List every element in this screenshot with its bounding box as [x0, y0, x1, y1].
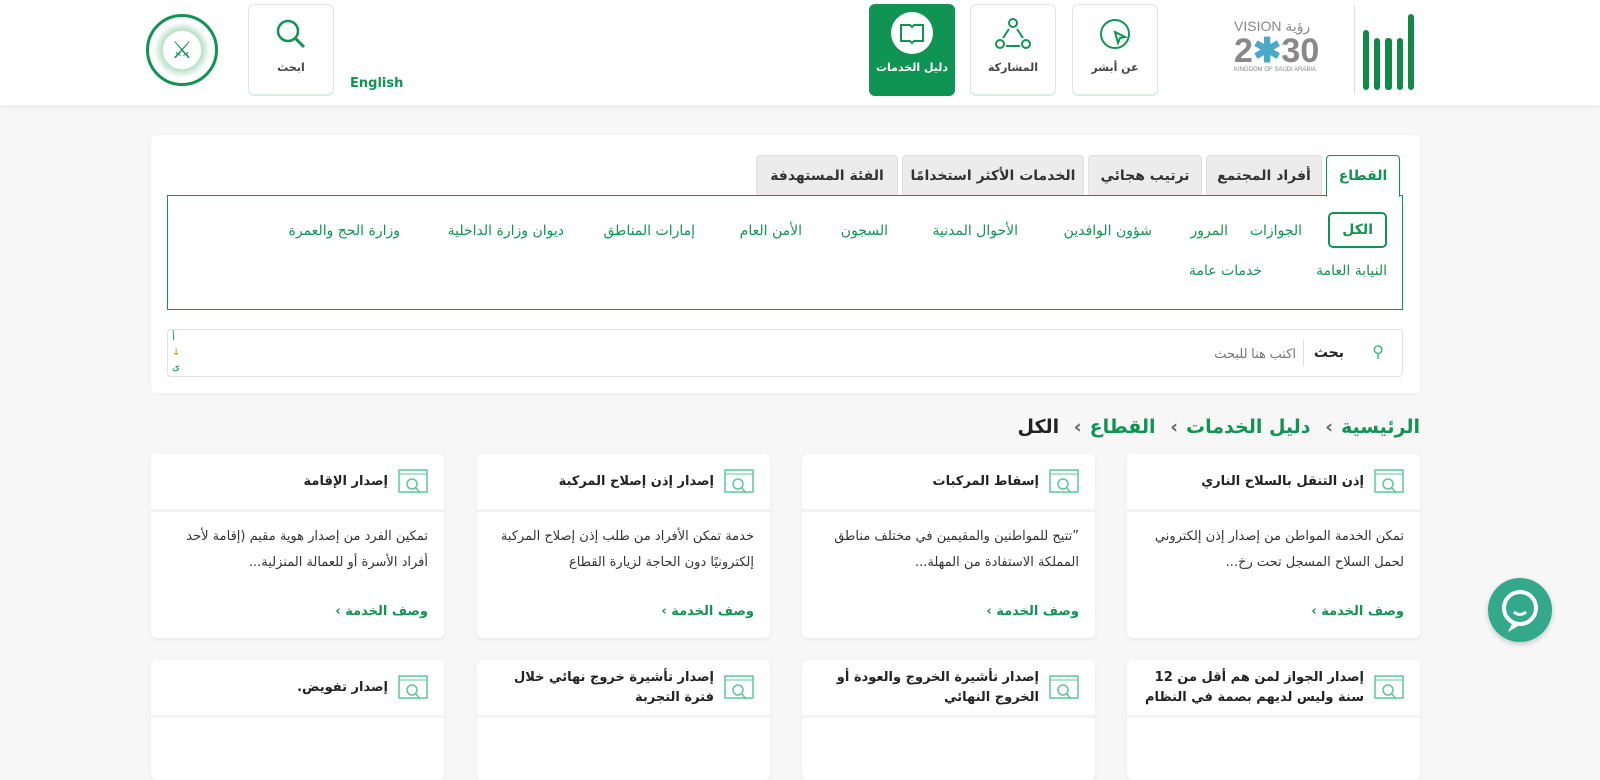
search-label: بحث [1313, 345, 1344, 361]
filter-chip[interactable]: شؤون الوافدين [1064, 223, 1152, 239]
search-button[interactable]: ابحث [248, 4, 334, 96]
card-header: إصدار تأشيرة خروج نهائي خلال فترة التجرب… [477, 660, 770, 718]
sector-filters: الكل الجوازات المرور شؤون الوافدين الأحو… [167, 195, 1403, 310]
service-card[interactable]: إصدار تأشيرة خروج نهائي خلال فترة التجرب… [477, 660, 770, 780]
header: VISION رؤية 2✱30 KINGDOM OF SAUDI ARABIA… [0, 0, 1600, 105]
service-search-icon [1049, 674, 1079, 699]
sort-toggle[interactable]: أ ↓ ى [172, 330, 180, 375]
card-header: إذن التنقل بالسلاح الناري [1127, 454, 1420, 512]
nav-services-guide[interactable]: دليل الخدمات [869, 4, 955, 96]
card-title[interactable]: إصدار تأشيرة الخروج والعودة أو الخروج ال… [818, 668, 1039, 708]
nav-about-absher[interactable]: عن أبشر [1072, 4, 1158, 96]
card-header: إصدار الإقامة [151, 454, 444, 512]
search-label: ابحث [277, 61, 305, 74]
ministry-emblem: ⚔ [146, 14, 218, 86]
nav-participation[interactable]: المشاركة [970, 4, 1056, 96]
card-title[interactable]: إصدار إذن إصلاح المركبة [559, 472, 714, 492]
service-description-link[interactable]: وصف الخدمة › [1127, 594, 1420, 629]
cursor-circle-icon [1073, 5, 1157, 61]
card-description: خدمة تمكن الأفراد من طلب إذن إصلاح المرك… [500, 529, 754, 570]
card-title[interactable]: إصدار الجواز لمن هم أقل من 12 سنة وليس ل… [1143, 668, 1364, 708]
service-card[interactable]: إصدار إذن إصلاح المركبة خدمة تمكن الأفراد… [477, 454, 770, 638]
tab-target-group[interactable]: الفئة المستهدفة [756, 155, 898, 195]
service-search-icon [724, 468, 754, 493]
share-people-icon [971, 5, 1055, 61]
card-title[interactable]: إسقاط المركبات [933, 472, 1039, 492]
service-search-icon [398, 674, 428, 699]
filter-panel: القطاع أفراد المجتمع ترتيب هجائي الخدمات… [151, 135, 1420, 393]
breadcrumb: الرئيسية› دليل الخدمات› القطاع› الكل [1017, 416, 1420, 438]
sort-arrow-icon: ↓ [172, 347, 181, 358]
tab-most-used[interactable]: الخدمات الأكثر استخدامًا [902, 155, 1084, 195]
breadcrumb-services-guide[interactable]: دليل الخدمات [1186, 416, 1311, 438]
sort-start: أ [172, 332, 175, 343]
filter-chip[interactable]: وزارة الحج والعمرة [289, 223, 400, 239]
breadcrumb-current: الكل [1017, 416, 1060, 438]
filter-chip[interactable]: المرور [1191, 223, 1229, 239]
tab-sector[interactable]: القطاع [1326, 155, 1400, 197]
service-card[interactable]: إصدار الإقامة تمكين الفرد من إصدار هوية م… [151, 454, 444, 638]
search-input[interactable] [296, 338, 1296, 368]
filter-chip[interactable]: السجون [841, 223, 888, 239]
search-icon [249, 5, 333, 61]
service-card[interactable]: إصدار الجواز لمن هم أقل من 12 سنة وليس ل… [1127, 660, 1420, 780]
filter-chip[interactable]: إمارات المناطق [604, 223, 696, 239]
filter-chip[interactable]: الجوازات [1250, 223, 1302, 239]
card-title[interactable]: إذن التنقل بالسلاح الناري [1201, 472, 1364, 492]
service-description-link[interactable]: وصف الخدمة › [151, 594, 444, 629]
service-card[interactable]: إذن التنقل بالسلاح الناري تمكن الخدمة الم… [1127, 454, 1420, 638]
nav-label: دليل الخدمات [875, 61, 949, 74]
card-header: إصدار تأشيرة الخروج والعودة أو الخروج ال… [802, 660, 1095, 718]
service-search: ⚲ بحث أ ↓ ى [167, 329, 1403, 377]
service-description-link[interactable]: وصف الخدمة › [802, 594, 1095, 629]
service-card[interactable]: إصدار تأشيرة الخروج والعودة أو الخروج ال… [802, 660, 1095, 780]
service-search-icon [1374, 468, 1404, 493]
language-switch[interactable]: English [350, 76, 403, 91]
sort-end: ى [172, 362, 180, 373]
chat-bot-icon [1502, 590, 1538, 632]
card-title[interactable]: إصدار تفويض. [297, 678, 388, 698]
service-search-icon [1049, 468, 1079, 493]
card-title[interactable]: إصدار الإقامة [304, 472, 388, 492]
card-header: إصدار إذن إصلاح المركبة [477, 454, 770, 512]
search-icon: ⚲ [1372, 342, 1384, 361]
card-description: ”تتيح للمواطنين والمقيمين في مختلف مناطق… [834, 529, 1079, 570]
service-description-link[interactable]: وصف الخدمة › [477, 594, 770, 629]
filter-chip[interactable]: الأحوال المدنية [933, 223, 1019, 239]
card-header: إصدار الجواز لمن هم أقل من 12 سنة وليس ل… [1127, 660, 1420, 718]
filter-chip[interactable]: النيابة العامة [1316, 263, 1387, 279]
breadcrumb-home[interactable]: الرئيسية [1341, 416, 1420, 438]
card-description: تمكن الخدمة المواطن من إصدار إذن إلكترون… [1154, 529, 1404, 570]
breadcrumb-sector[interactable]: القطاع [1090, 416, 1156, 438]
card-description: تمكين الفرد من إصدار هوية مقيم (إقامة لأ… [186, 529, 428, 570]
service-card[interactable]: إسقاط المركبات ”تتيح للمواطنين والمقيمين … [802, 454, 1095, 638]
filter-chip[interactable]: ديوان وزارة الداخلية [448, 223, 564, 239]
card-title[interactable]: إصدار تأشيرة خروج نهائي خلال فترة التجرب… [493, 668, 714, 708]
service-search-icon [1374, 674, 1404, 699]
service-search-icon [724, 674, 754, 699]
filter-chip[interactable]: الأمن العام [740, 223, 802, 239]
filter-all[interactable]: الكل [1328, 212, 1387, 248]
service-search-icon [398, 468, 428, 493]
tab-community[interactable]: أفراد المجتمع [1206, 155, 1322, 195]
book-icon [870, 5, 954, 61]
chat-support-button[interactable] [1488, 578, 1552, 642]
filter-chip[interactable]: خدمات عامة [1189, 263, 1262, 279]
tab-alphabetical[interactable]: ترتيب هجائي [1088, 155, 1202, 195]
service-card[interactable]: إصدار تفويض. [151, 660, 444, 780]
card-header: إصدار تفويض. [151, 660, 444, 718]
nav-label: المشاركة [988, 61, 1038, 74]
card-header: إسقاط المركبات [802, 454, 1095, 512]
nav-label: عن أبشر [1091, 61, 1139, 74]
absher-logo[interactable] [1354, 6, 1418, 94]
vision-2030-logo: VISION رؤية 2✱30 KINGDOM OF SAUDI ARABIA [1234, 18, 1320, 73]
